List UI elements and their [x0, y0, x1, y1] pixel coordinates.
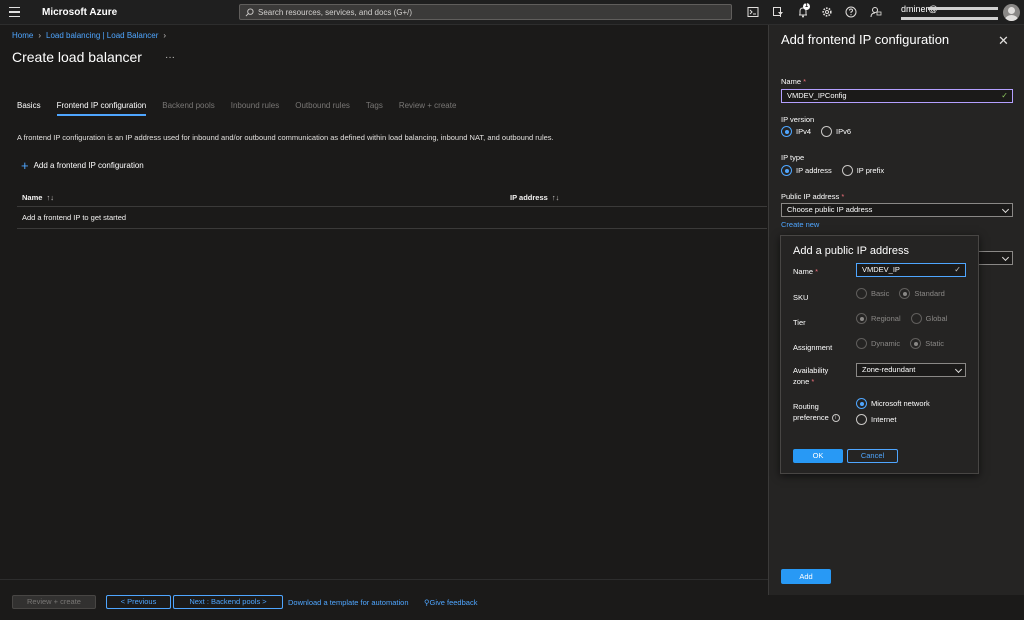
radio-ipv4[interactable]: IPv4 [781, 126, 811, 137]
directory-filter-icon[interactable] [772, 6, 784, 18]
column-header-name[interactable]: Name ↑↓ [22, 193, 54, 202]
sort-icon: ↑↓ [551, 193, 560, 202]
notification-badge: 1 [803, 3, 810, 10]
add-frontend-ip-button[interactable]: + Add a frontend IP configuration [21, 157, 144, 173]
wizard-footer: Review + create < Previous Next : Backen… [0, 579, 768, 620]
panel-title: Add frontend IP configuration [781, 32, 950, 47]
tab-review-create[interactable]: Review + create [399, 101, 457, 116]
dialog-title: Add a public IP address [793, 245, 909, 257]
availability-zone-dropdown[interactable]: Zone-redundant [856, 363, 966, 377]
public-ip-dropdown[interactable]: Choose public IP address [781, 203, 1013, 217]
cancel-button[interactable]: Cancel [847, 449, 898, 463]
frontend-ip-table: Name ↑↓ IP address ↑↓ Add a frontend IP to… [17, 187, 767, 229]
plus-icon: + [21, 157, 29, 173]
radio-ip-prefix[interactable]: IP prefix [841, 165, 884, 176]
ip-version-label: IP version [781, 115, 815, 124]
help-icon[interactable] [845, 6, 857, 18]
radio-internet[interactable]: Internet [856, 414, 896, 425]
radio-sku-basic[interactable]: Basic [856, 288, 889, 299]
ok-button[interactable]: OK [793, 449, 843, 463]
popup-name-label: Name * [793, 267, 819, 276]
routing-preference-radio-group: Microsoft network Internet [856, 398, 930, 425]
tab-basics[interactable]: Basics [17, 101, 41, 116]
sort-icon: ↑↓ [46, 193, 54, 202]
close-icon[interactable]: ✕ [998, 33, 1009, 49]
assignment-label: Assignment [793, 343, 833, 352]
redacted-email [928, 7, 998, 10]
avatar[interactable] [1003, 4, 1020, 21]
name-field-value: VMDEV_IPConfig [787, 91, 847, 100]
more-options-icon[interactable]: ··· [165, 52, 175, 63]
radio-sku-standard[interactable]: Standard [899, 288, 945, 299]
main-content: Home › Load balancing | Load Balancer › … [0, 25, 768, 609]
table-header: Name ↑↓ IP address ↑↓ [17, 187, 767, 207]
create-new-link[interactable]: Create new [781, 220, 819, 229]
breadcrumb-load-balancing[interactable]: Load balancing | Load Balancer [46, 31, 158, 40]
radio-ipv6[interactable]: IPv6 [821, 126, 851, 137]
search-icon [245, 8, 254, 17]
top-bar: Microsoft Azure Search resources, servic… [0, 0, 1024, 25]
breadcrumb: Home › Load balancing | Load Balancer › [12, 31, 166, 40]
public-ip-placeholder: Choose public IP address [787, 205, 873, 214]
tab-backend-pools[interactable]: Backend pools [162, 101, 214, 116]
radio-assignment-static[interactable]: Static [910, 338, 944, 349]
check-icon: ✓ [954, 265, 961, 274]
breadcrumb-home[interactable]: Home [12, 31, 33, 40]
routing-preference-label: Routing preference i [793, 401, 840, 423]
tab-inbound-rules[interactable]: Inbound rules [231, 101, 279, 116]
breadcrumb-separator: › [163, 31, 167, 40]
public-ip-label: Public IP address * [781, 192, 845, 201]
radio-ip-address[interactable]: IP address [781, 165, 832, 176]
chevron-down-icon [954, 365, 963, 374]
add-button[interactable]: Add [781, 569, 831, 584]
column-header-ip-address[interactable]: IP address ↑↓ [510, 193, 559, 202]
radio-microsoft-network[interactable]: Microsoft network [856, 398, 930, 409]
public-ip-name-field[interactable]: VMDEV_IP ✓ [856, 263, 966, 277]
redacted-directory [901, 17, 998, 20]
empty-table-message: Add a frontend IP to get started [22, 213, 127, 222]
brand-title[interactable]: Microsoft Azure [42, 7, 117, 18]
ip-type-label: IP type [781, 153, 805, 162]
breadcrumb-separator: › [38, 31, 42, 40]
tab-frontend-ip-configuration[interactable]: Frontend IP configuration [56, 101, 147, 116]
ip-type-radio-group: IP address IP prefix [781, 165, 884, 176]
availability-zone-label: Availability zone * [793, 366, 829, 386]
tab-tags[interactable]: Tags [366, 101, 383, 116]
tier-label: Tier [793, 318, 806, 327]
info-icon[interactable]: i [831, 414, 840, 423]
add-frontend-ip-label: Add a frontend IP configuration [33, 161, 144, 170]
cloud-shell-icon[interactable] [747, 6, 759, 18]
sku-radio-group: Basic Standard [856, 288, 945, 299]
hamburger-menu-icon[interactable] [9, 7, 20, 17]
table-row: Add a frontend IP to get started [17, 207, 767, 229]
page-title: Create load balancer [12, 49, 142, 65]
radio-assignment-dynamic[interactable]: Dynamic [856, 338, 900, 349]
radio-tier-global[interactable]: Global [910, 313, 947, 324]
search-input[interactable]: Search resources, services, and docs (G+… [239, 4, 732, 20]
tab-outbound-rules[interactable]: Outbound rules [295, 101, 350, 116]
sku-label: SKU [793, 293, 809, 302]
wizard-tabs: Basics Frontend IP configuration Backend… [17, 101, 456, 116]
feedback-icon[interactable] [870, 6, 882, 18]
previous-button[interactable]: < Previous [106, 595, 171, 609]
next-backend-pools-button[interactable]: Next : Backend pools > [173, 595, 283, 609]
download-template-link[interactable]: Download a template for automation [288, 598, 409, 607]
chevron-down-icon [1001, 205, 1010, 214]
tier-radio-group: Regional Global [856, 313, 947, 324]
search-placeholder: Search resources, services, and docs (G+… [258, 8, 413, 17]
settings-gear-icon[interactable] [821, 6, 833, 18]
name-label: Name * [781, 77, 807, 86]
availability-zone-value: Zone-redundant [862, 365, 916, 374]
name-field[interactable]: VMDEV_IPConfig ✓ [781, 89, 1013, 103]
frontend-description: A frontend IP configuration is an IP add… [17, 133, 554, 142]
check-icon: ✓ [1001, 91, 1008, 100]
review-create-button[interactable]: Review + create [12, 595, 96, 609]
give-feedback-link[interactable]: ⚲Give feedback [424, 598, 477, 607]
chevron-down-icon [1001, 253, 1010, 262]
public-ip-name-value: VMDEV_IP [862, 265, 900, 274]
ip-version-radio-group: IPv4 IPv6 [781, 126, 851, 137]
radio-tier-regional[interactable]: Regional [856, 313, 901, 324]
assignment-radio-group: Dynamic Static [856, 338, 944, 349]
add-public-ip-dialog: Add a public IP address Name * VMDEV_IP … [780, 235, 979, 474]
